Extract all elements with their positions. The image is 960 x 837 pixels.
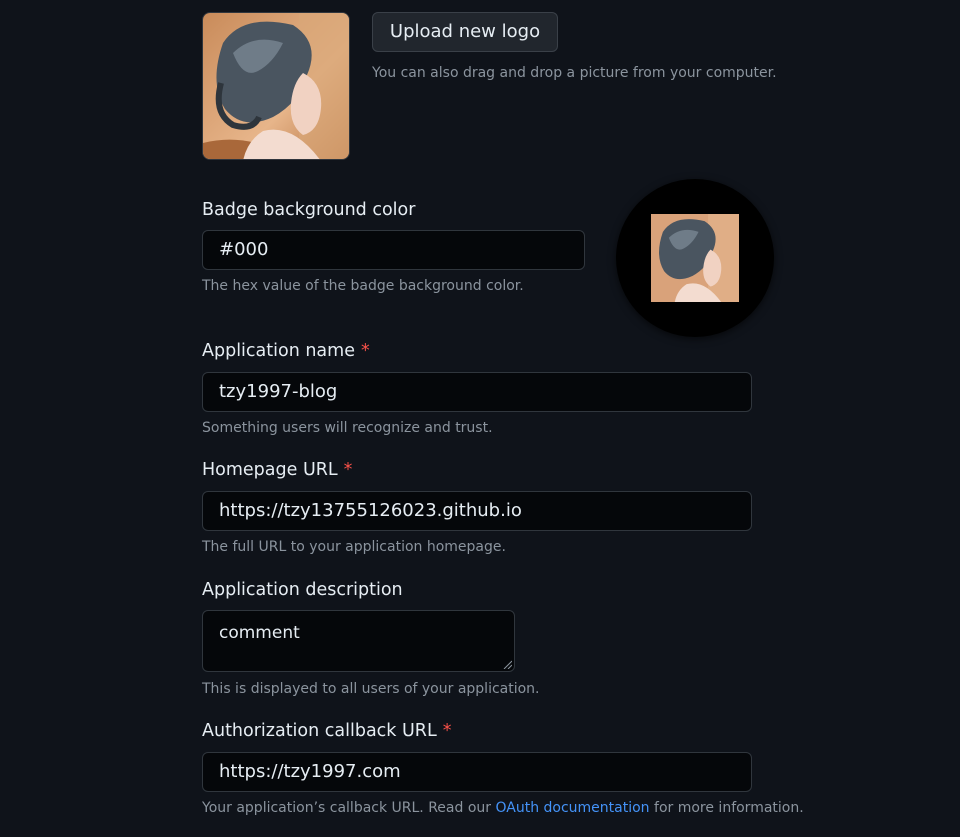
upload-new-logo-button[interactable]: Upload new logo [372,12,558,52]
app-description-hint: This is displayed to all users of your a… [202,681,540,697]
badge-color-hint: The hex value of the badge background co… [202,278,524,294]
callback-url-hint: Your application’s callback URL. Read ou… [202,800,804,816]
application-logo-image [202,12,350,160]
app-name-label: Application name * [202,341,370,361]
homepage-url-input[interactable]: https://tzy13755126023.github.io [202,491,752,531]
callback-hint-text: Your application’s callback URL. Read ou… [202,800,496,816]
app-description-textarea[interactable]: comment [202,610,515,672]
homepage-url-label: Homepage URL * [202,460,352,480]
badge-logo-image [651,214,739,302]
app-name-label-text: Application name [202,341,355,361]
app-description-label: Application description [202,580,403,600]
app-description-value: comment [219,623,300,643]
app-name-hint: Something users will recognize and trust… [202,420,493,436]
oauth-app-settings-form: Upload new logo You can also drag and dr… [0,0,960,837]
required-marker: * [343,460,353,480]
upload-hint: You can also drag and drop a picture fro… [372,65,777,81]
oauth-documentation-link[interactable]: OAuth documentation [495,800,649,816]
callback-url-label-text: Authorization callback URL [202,721,437,741]
callback-url-label: Authorization callback URL * [202,721,451,741]
app-name-input[interactable]: tzy1997-blog [202,372,752,412]
badge-color-label: Badge background color [202,200,416,220]
homepage-url-hint: The full URL to your application homepag… [202,539,506,555]
badge-color-input[interactable]: #000 [202,230,585,270]
resize-grip-icon[interactable] [502,659,512,669]
badge-preview [616,179,774,337]
required-marker: * [442,721,452,741]
callback-url-input[interactable]: https://tzy1997.com [202,752,752,792]
callback-hint-text-end: for more information. [649,800,804,816]
required-marker: * [360,341,370,361]
homepage-url-label-text: Homepage URL [202,460,338,480]
